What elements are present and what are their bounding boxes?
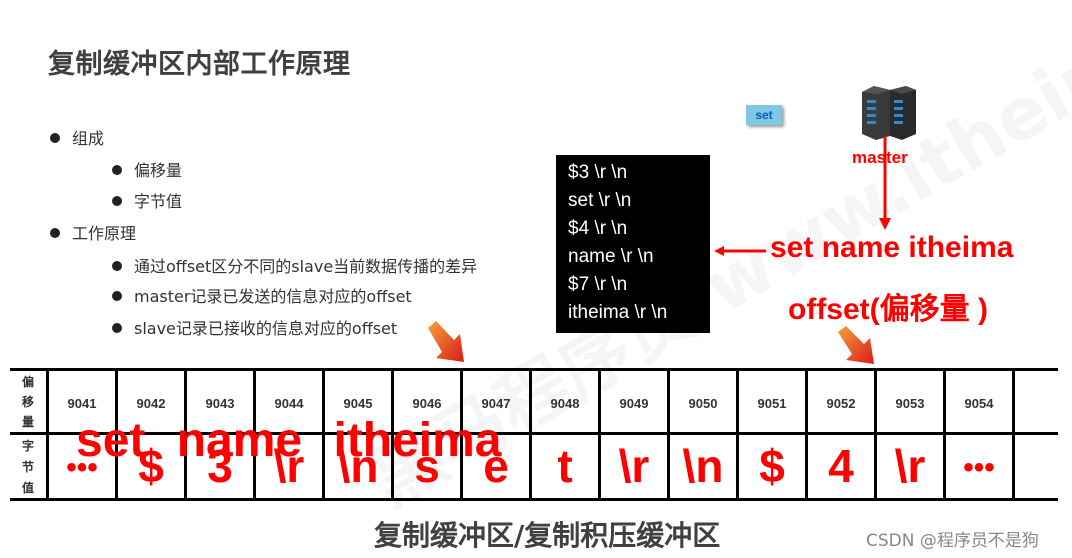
bullet-dot-icon <box>112 195 122 206</box>
grid-line <box>529 368 532 501</box>
command-line: $4 \r \n <box>568 218 628 239</box>
grid-line <box>10 498 1058 501</box>
bullet-item: 组成 <box>50 125 104 149</box>
command-line: $3 \r \n <box>568 162 628 183</box>
offset-cell: 9051 <box>757 396 787 411</box>
offset-cell: 9054 <box>964 396 994 411</box>
bullet-item: master记录已发送的信息对应的offset <box>112 283 412 307</box>
offset-cell: 9048 <box>550 396 580 411</box>
protocol-command-box: $3 \r \n set \r \n $4 \r \n name \r \n $… <box>556 155 710 333</box>
offset-cell: 9053 <box>895 396 925 411</box>
diagonal-arrow-icon <box>838 326 874 364</box>
offset-cell: 9043 <box>205 396 235 411</box>
diagonal-arrow-icon <box>428 321 464 362</box>
grid-line <box>874 368 877 501</box>
command-text: set name itheima <box>770 231 1014 264</box>
grid-line <box>805 368 808 501</box>
bullet-dot-icon <box>112 322 122 333</box>
figure-caption: 复制缓冲区/复制积压缓冲区 <box>374 519 721 552</box>
offset-cell: 9046 <box>412 396 442 411</box>
offset-label: offset(偏移量 ) <box>788 293 988 326</box>
bullet-item: 偏移量 <box>112 157 182 181</box>
offset-cell: 9052 <box>826 396 856 411</box>
grid-line <box>598 368 601 501</box>
left-arrow-icon <box>714 246 766 256</box>
bullet-dot-icon <box>112 260 122 271</box>
bullet-dot-icon <box>50 132 60 143</box>
bullet-item: 通过offset区分不同的slave当前数据传播的差异 <box>112 253 477 277</box>
byte-cell: 4 <box>828 440 854 492</box>
command-line: $7 \r \n <box>568 274 628 295</box>
offset-cell: 9041 <box>67 396 97 411</box>
grid-line <box>943 368 946 501</box>
bullet-item: slave记录已接收的信息对应的offset <box>112 315 397 339</box>
byte-cell: t <box>557 440 573 492</box>
offset-cell: 9049 <box>619 396 649 411</box>
set-badge: set <box>746 105 782 125</box>
command-line: name \r \n <box>568 246 654 267</box>
offset-cell: 9044 <box>274 396 304 411</box>
grid-line <box>667 368 670 501</box>
page-title: 复制缓冲区内部工作原理 <box>48 49 351 80</box>
grid-line <box>46 368 49 501</box>
command-line: itheima \r \n <box>568 302 668 323</box>
row-label-bytes: 字 节 值 <box>21 439 34 495</box>
command-line: set \r \n <box>568 190 632 211</box>
offset-cell: 9045 <box>343 396 373 411</box>
byte-cell: \n <box>682 440 724 492</box>
byte-cell: \r <box>618 440 650 492</box>
grid-line <box>10 368 1058 371</box>
master-label: master <box>852 148 908 167</box>
grid-line <box>736 368 739 501</box>
byte-cell: $ <box>759 440 785 492</box>
row-label-offset: 偏 移 量 <box>21 375 34 429</box>
csdn-watermark: CSDN @程序员不是狗 <box>866 531 1039 551</box>
offset-cell: 9042 <box>136 396 166 411</box>
bullet-dot-icon <box>50 227 60 238</box>
server-icon <box>862 86 916 140</box>
byte-cell: ••• <box>963 451 995 484</box>
overlay-command-text: set name itheima <box>76 414 502 467</box>
bullet-dot-icon <box>112 164 122 175</box>
grid-line <box>1012 368 1015 501</box>
offset-cell: 9047 <box>481 396 511 411</box>
bullet-item: 字节值 <box>112 188 182 212</box>
bullet-dot-icon <box>112 290 122 301</box>
bullet-item: 工作原理 <box>50 220 136 244</box>
byte-cell: \r <box>894 440 926 492</box>
offset-cell: 9050 <box>688 396 718 411</box>
